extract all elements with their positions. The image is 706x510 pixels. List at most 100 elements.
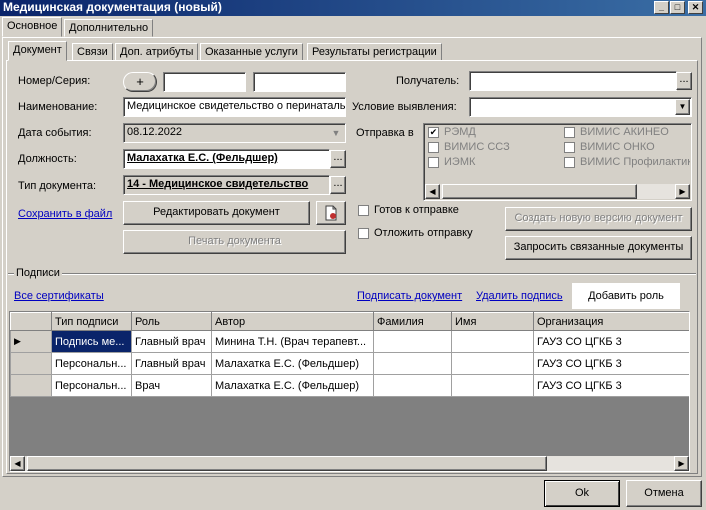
cancel-button[interactable]: Отмена bbox=[626, 480, 702, 507]
save-to-file-link[interactable]: Сохранить в файл bbox=[18, 207, 112, 221]
add-role-button[interactable]: Добавить роль bbox=[572, 283, 680, 309]
checkbox-vimis-akineo[interactable] bbox=[564, 127, 575, 138]
table-row[interactable]: Персональн... Врач Малахатка Е.С. (Фельд… bbox=[10, 374, 689, 397]
cell-surname[interactable] bbox=[373, 374, 452, 397]
column-header[interactable]: Фамилия bbox=[373, 312, 452, 331]
column-header[interactable]: Тип подписи bbox=[51, 312, 132, 331]
cell-role[interactable]: Врач bbox=[131, 374, 212, 397]
table-row[interactable]: Персональн... Главный врач Малахатка Е.С… bbox=[10, 352, 689, 375]
checkbox-vimis-prof[interactable] bbox=[564, 157, 575, 168]
recipient-input[interactable] bbox=[469, 71, 677, 91]
checkbox-vimis-ssz[interactable] bbox=[428, 142, 439, 153]
cell-author[interactable]: Минина Т.Н. (Врач терапевт... bbox=[211, 330, 374, 353]
scroll-right-icon[interactable]: ▶ bbox=[674, 456, 689, 471]
scroll-right-icon[interactable]: ▶ bbox=[675, 184, 690, 199]
maximize-button[interactable]: □ bbox=[670, 1, 685, 14]
cell-role[interactable]: Главный врач bbox=[131, 330, 212, 353]
send-list-scrollbar[interactable]: ◀ ▶ bbox=[425, 184, 690, 199]
cell-organization[interactable]: ГАУЗ СО ЦГКБ 3 bbox=[533, 352, 689, 375]
sign-document-link[interactable]: Подписать документ bbox=[357, 289, 462, 303]
window-title-bar: Медицинская документация (новый) _ □ ✕ bbox=[0, 0, 706, 16]
send-target-remd: РЭМД bbox=[444, 126, 476, 138]
all-certificates-link[interactable]: Все сертификаты bbox=[14, 289, 104, 303]
scroll-left-icon[interactable]: ◀ bbox=[425, 184, 440, 199]
row-indicator bbox=[10, 374, 52, 397]
tab-extra-attributes[interactable]: Доп. атрибуты bbox=[115, 43, 199, 61]
position-input[interactable]: Малахатка Е.С. (Фельдшер) bbox=[123, 149, 330, 169]
name-label: Наименование: bbox=[18, 101, 98, 113]
cell-signature-type[interactable]: Персональн... bbox=[51, 352, 132, 375]
ready-to-send-label: Готов к отправке bbox=[374, 204, 459, 216]
document-action-button[interactable] bbox=[316, 201, 346, 225]
grid-scrollbar[interactable]: ◀ ▶ bbox=[10, 456, 689, 471]
condition-label: Условие выявления: bbox=[352, 101, 457, 113]
position-label: Должность: bbox=[18, 153, 77, 165]
signatures-grid[interactable]: Тип подписи Роль Автор Фамилия Имя Орган… bbox=[9, 311, 690, 472]
tab-additional[interactable]: Дополнительно bbox=[64, 19, 154, 37]
chevron-down-icon[interactable]: ▼ bbox=[329, 126, 343, 140]
send-target-iemk: ИЭМК bbox=[444, 156, 476, 168]
cell-role[interactable]: Главный врач bbox=[131, 352, 212, 375]
tab-services[interactable]: Оказанные услуги bbox=[200, 43, 303, 61]
cell-signature-type[interactable]: Персональн... bbox=[51, 374, 132, 397]
ok-button[interactable]: Ok bbox=[544, 480, 620, 507]
table-row[interactable]: ▶ Подпись ме... Главный врач Минина Т.Н.… bbox=[10, 330, 689, 353]
request-related-documents-button[interactable]: Запросить связанные документы bbox=[505, 236, 692, 260]
print-document-button[interactable]: Печать документа bbox=[123, 230, 346, 254]
minimize-button[interactable]: _ bbox=[654, 1, 669, 14]
tab-links[interactable]: Связи bbox=[72, 43, 113, 61]
column-header[interactable]: Автор bbox=[211, 312, 374, 331]
condition-select[interactable]: ▼ bbox=[469, 97, 692, 117]
table-header-row: Тип подписи Роль Автор Фамилия Имя Орган… bbox=[10, 312, 689, 331]
checkbox-ready-to-send[interactable] bbox=[358, 205, 369, 216]
delete-signature-link[interactable]: Удалить подпись bbox=[476, 289, 563, 303]
send-to-label: Отправка в bbox=[356, 127, 414, 139]
series-input[interactable] bbox=[253, 72, 346, 92]
number-input[interactable] bbox=[163, 72, 246, 92]
recipient-label: Получатель: bbox=[396, 75, 460, 87]
doctype-input[interactable]: 14 - Медицинское свидетельство bbox=[123, 175, 330, 195]
cell-author[interactable]: Малахатка Е.С. (Фельдшер) bbox=[211, 374, 374, 397]
cell-signature-type[interactable]: Подпись ме... bbox=[51, 330, 132, 353]
checkbox-vimis-onko[interactable] bbox=[564, 142, 575, 153]
cell-first-name[interactable] bbox=[451, 374, 534, 397]
close-button[interactable]: ✕ bbox=[688, 1, 703, 14]
scrollbar-thumb[interactable] bbox=[442, 184, 637, 199]
recipient-select-button[interactable]: ... bbox=[676, 72, 692, 90]
edit-document-button[interactable]: Редактировать документ bbox=[123, 201, 310, 225]
doctype-select-button[interactable]: ... bbox=[330, 176, 346, 194]
tab-main[interactable]: Основное bbox=[2, 17, 63, 37]
signatures-table: Тип подписи Роль Автор Фамилия Имя Орган… bbox=[10, 312, 689, 397]
cell-organization[interactable]: ГАУЗ СО ЦГКБ 3 bbox=[533, 374, 689, 397]
checkbox-iemk[interactable] bbox=[428, 157, 439, 168]
position-select-button[interactable]: ... bbox=[330, 150, 346, 168]
scrollbar-thumb[interactable] bbox=[27, 456, 547, 471]
column-header[interactable]: Имя bbox=[451, 312, 534, 331]
cell-surname[interactable] bbox=[373, 330, 452, 353]
create-new-version-button[interactable]: Создать новую версию документ bbox=[505, 207, 692, 231]
cell-surname[interactable] bbox=[373, 352, 452, 375]
signatures-divider bbox=[8, 273, 696, 275]
column-header[interactable]: Роль bbox=[131, 312, 212, 331]
document-stamp-icon bbox=[325, 205, 337, 221]
tab-document[interactable]: Документ bbox=[8, 41, 67, 61]
event-date-value: 08.12.2022 bbox=[127, 126, 183, 138]
window-title: Медицинская документация (новый) bbox=[3, 0, 222, 14]
cell-organization[interactable]: ГАУЗ СО ЦГКБ 3 bbox=[533, 330, 689, 353]
scroll-left-icon[interactable]: ◀ bbox=[10, 456, 25, 471]
name-input[interactable]: Медицинское свидетельство о перинаталь bbox=[123, 97, 346, 117]
column-header[interactable]: Организация bbox=[533, 312, 689, 331]
cell-author[interactable]: Малахатка Е.С. (Фельдшер) bbox=[211, 352, 374, 375]
send-target-vimis-onko: ВИМИС ОНКО bbox=[580, 141, 655, 153]
row-pointer-icon: ▶ bbox=[10, 330, 52, 353]
add-number-button[interactable]: + bbox=[123, 72, 157, 92]
checkbox-remd[interactable]: ✔ bbox=[428, 127, 439, 138]
chevron-down-icon[interactable]: ▼ bbox=[675, 99, 690, 115]
cell-first-name[interactable] bbox=[451, 352, 534, 375]
checkbox-postpone-send[interactable] bbox=[358, 228, 369, 239]
event-date-input[interactable]: 08.12.2022 ▼ bbox=[123, 123, 346, 143]
number-series-label: Номер/Серия: bbox=[18, 75, 91, 87]
cell-first-name[interactable] bbox=[451, 330, 534, 353]
tab-registration-results[interactable]: Результаты регистрации bbox=[307, 43, 442, 61]
postpone-send-label: Отложить отправку bbox=[374, 227, 473, 239]
